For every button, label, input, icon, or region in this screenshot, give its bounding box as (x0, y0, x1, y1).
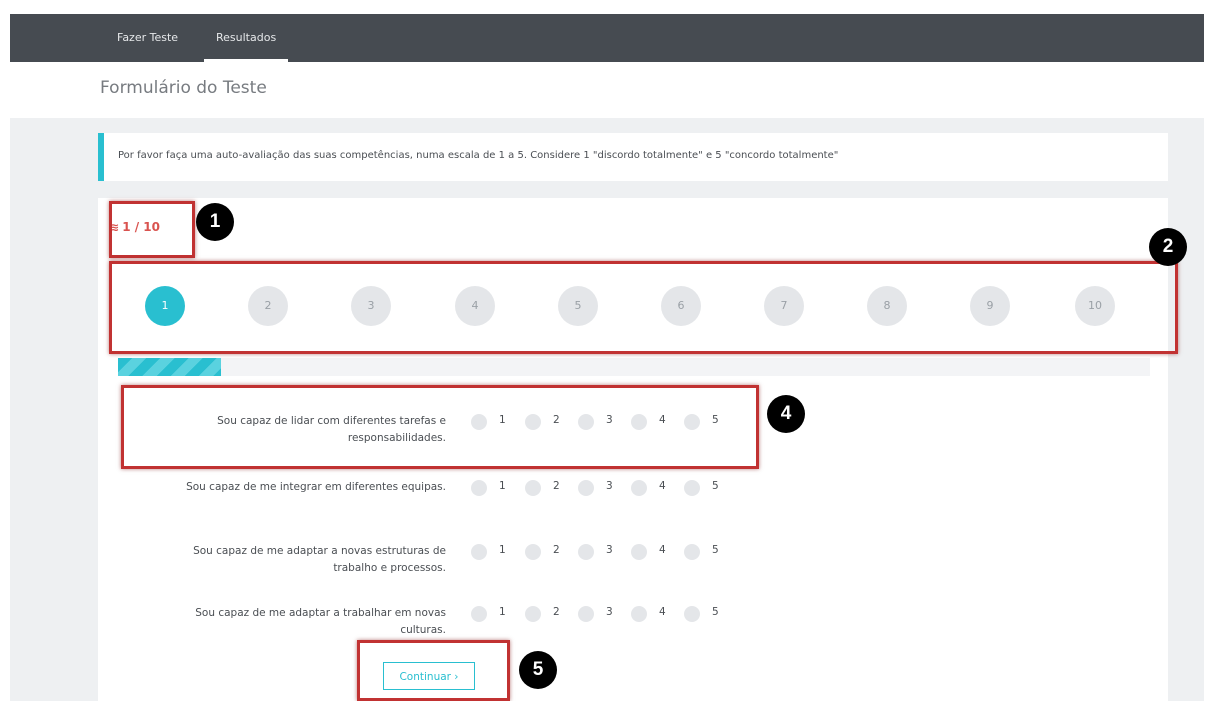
progress-bar (118, 358, 1150, 376)
rating-radio-2[interactable] (525, 544, 541, 560)
rating-label-5: 5 (712, 480, 719, 492)
rating-radio-5[interactable] (684, 480, 700, 496)
rating-label-4: 4 (659, 606, 666, 618)
page-title: Formulário do Teste (100, 78, 267, 98)
annotation-box-question (121, 385, 759, 469)
question-line: Sou capaz de me adaptar a novas estrutur… (193, 545, 446, 557)
question-text: Sou capaz de me adaptar a novas estrutur… (120, 543, 446, 577)
annotation-box-continue (357, 640, 510, 701)
rating-label-3: 3 (606, 606, 613, 618)
rating-label-1: 1 (499, 606, 506, 618)
rating-radio-3[interactable] (578, 544, 594, 560)
rating-label-2: 2 (553, 544, 560, 556)
annotation-box-counter (109, 201, 195, 258)
rating-label-2: 2 (553, 480, 560, 492)
annotation-marker-4: 4 (767, 395, 805, 433)
question-line: culturas. (400, 624, 446, 636)
rating-label-3: 3 (606, 544, 613, 556)
rating-radio-4[interactable] (631, 480, 647, 496)
nav-resultados[interactable]: Resultados (203, 14, 289, 62)
annotation-marker-1: 1 (196, 203, 234, 241)
instructions-box: Por favor faça uma auto-avaliação das su… (98, 133, 1168, 181)
rating-label-5: 5 (712, 544, 719, 556)
annotation-marker-2: 2 (1149, 228, 1187, 266)
title-bar: Formulário do Teste (10, 62, 1204, 118)
rating-radio-2[interactable] (525, 606, 541, 622)
question-text: Sou capaz de me integrar em diferentes e… (120, 479, 446, 496)
rating-label-1: 1 (499, 544, 506, 556)
progress-fill (118, 358, 222, 376)
rating-radio-4[interactable] (631, 606, 647, 622)
rating-radio-1[interactable] (471, 606, 487, 622)
rating-radio-5[interactable] (684, 544, 700, 560)
rating-label-2: 2 (553, 606, 560, 618)
rating-radio-3[interactable] (578, 606, 594, 622)
rating-label-3: 3 (606, 480, 613, 492)
nav-fazer-teste[interactable]: Fazer Teste (117, 14, 178, 62)
rating-label-1: 1 (499, 480, 506, 492)
top-navbar: Fazer Teste Resultados (10, 14, 1204, 62)
rating-radio-1[interactable] (471, 544, 487, 560)
rating-radio-4[interactable] (631, 544, 647, 560)
rating-label-4: 4 (659, 544, 666, 556)
rating-radio-1[interactable] (471, 480, 487, 496)
question-line: Sou capaz de me integrar em diferentes e… (186, 481, 446, 493)
question-line: Sou capaz de me adaptar a trabalhar em n… (195, 607, 446, 619)
rating-radio-3[interactable] (578, 480, 594, 496)
rating-label-4: 4 (659, 480, 666, 492)
rating-label-5: 5 (712, 606, 719, 618)
annotation-box-steps (109, 261, 1178, 354)
rating-radio-2[interactable] (525, 480, 541, 496)
instructions-text: Por favor faça uma auto-avaliação das su… (118, 150, 839, 161)
question-text: Sou capaz de me adaptar a trabalhar em n… (120, 605, 446, 639)
annotation-marker-5: 5 (519, 651, 557, 689)
question-line: trabalho e processos. (333, 562, 446, 574)
rating-radio-5[interactable] (684, 606, 700, 622)
